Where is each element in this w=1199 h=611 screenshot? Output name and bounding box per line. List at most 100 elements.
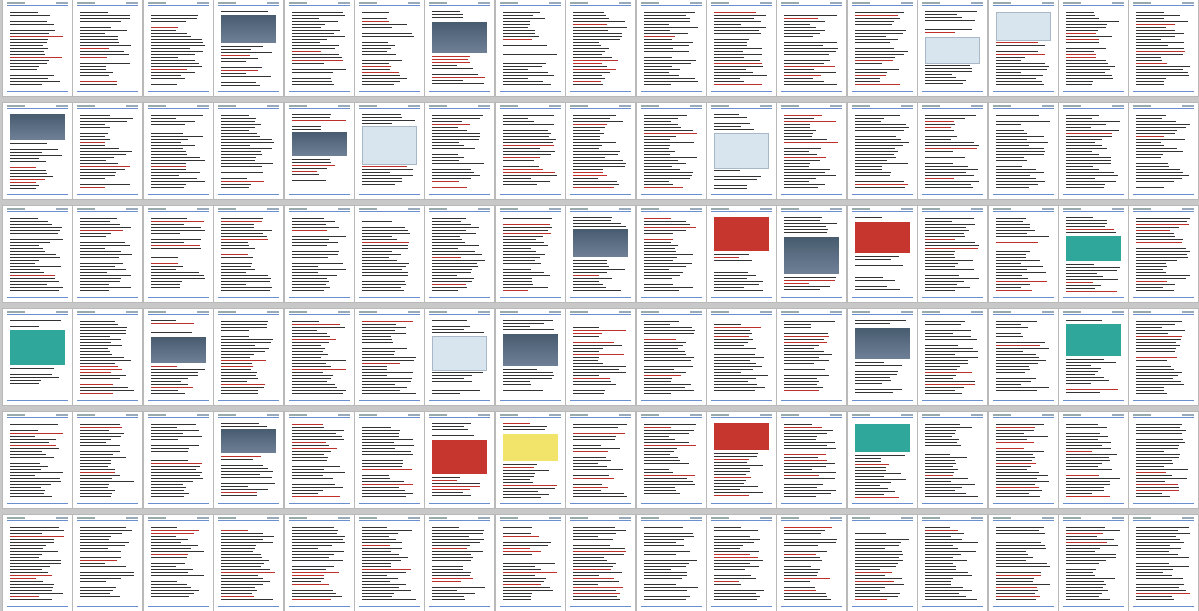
page-thumbnail[interactable] — [3, 515, 72, 611]
page-thumbnail[interactable] — [707, 515, 776, 611]
page-thumbnail[interactable] — [918, 515, 987, 611]
page-thumbnail[interactable] — [3, 309, 72, 405]
page-thumbnail[interactable] — [1129, 412, 1198, 508]
page-thumbnail[interactable] — [566, 206, 635, 302]
page-thumbnail[interactable] — [848, 412, 917, 508]
page-thumbnail[interactable] — [777, 309, 846, 405]
page-thumbnail[interactable] — [496, 206, 565, 302]
page-thumbnail[interactable] — [637, 206, 706, 302]
page-thumbnail[interactable] — [355, 515, 424, 611]
page-thumbnail[interactable] — [918, 206, 987, 302]
page-thumbnail[interactable] — [777, 103, 846, 199]
page-thumbnail[interactable] — [285, 0, 354, 96]
page-thumbnail[interactable] — [285, 515, 354, 611]
page-thumbnail[interactable] — [1059, 103, 1128, 199]
page-thumbnail[interactable] — [285, 103, 354, 199]
page-thumbnail[interactable] — [144, 103, 213, 199]
page-thumbnail[interactable] — [566, 0, 635, 96]
page-thumbnail[interactable] — [1129, 515, 1198, 611]
page-thumbnail[interactable] — [425, 515, 494, 611]
page-thumbnail[interactable] — [73, 309, 142, 405]
page-thumbnail[interactable] — [355, 0, 424, 96]
page-thumbnail[interactable] — [144, 0, 213, 96]
page-thumbnail[interactable] — [848, 103, 917, 199]
page-thumbnail[interactable] — [989, 412, 1058, 508]
page-thumbnail[interactable] — [777, 206, 846, 302]
page-thumbnail[interactable] — [848, 309, 917, 405]
page-thumbnail[interactable] — [637, 309, 706, 405]
page-thumbnail[interactable] — [637, 103, 706, 199]
page-thumbnail[interactable] — [425, 206, 494, 302]
page-thumbnail[interactable] — [848, 0, 917, 96]
page-thumbnail[interactable] — [566, 309, 635, 405]
page-thumbnail[interactable] — [285, 206, 354, 302]
page-thumbnail[interactable] — [989, 103, 1058, 199]
page-thumbnail[interactable] — [777, 412, 846, 508]
page-thumbnail[interactable] — [1059, 309, 1128, 405]
page-thumbnail[interactable] — [73, 515, 142, 611]
page-thumbnail[interactable] — [144, 206, 213, 302]
page-thumbnail[interactable] — [1129, 103, 1198, 199]
page-thumbnail[interactable] — [355, 412, 424, 508]
page-thumbnail[interactable] — [1059, 0, 1128, 96]
page-thumbnail[interactable] — [3, 0, 72, 96]
page-thumbnail[interactable] — [918, 412, 987, 508]
page-thumbnail[interactable] — [989, 515, 1058, 611]
page-thumbnail[interactable] — [707, 309, 776, 405]
page-thumbnail[interactable] — [707, 0, 776, 96]
page-thumbnail[interactable] — [144, 412, 213, 508]
page-thumbnail[interactable] — [918, 0, 987, 96]
page-thumbnail[interactable] — [848, 515, 917, 611]
page-thumbnail[interactable] — [496, 515, 565, 611]
page-thumbnail[interactable] — [1129, 206, 1198, 302]
page-thumbnail[interactable] — [214, 515, 283, 611]
page-thumbnail[interactable] — [425, 309, 494, 405]
page-thumbnail[interactable] — [214, 0, 283, 96]
page-thumbnail[interactable] — [3, 103, 72, 199]
page-thumbnail[interactable] — [777, 0, 846, 96]
page-thumbnail[interactable] — [144, 515, 213, 611]
page-thumbnail[interactable] — [214, 206, 283, 302]
page-thumbnail[interactable] — [989, 309, 1058, 405]
page-thumbnail[interactable] — [637, 515, 706, 611]
page-thumbnail[interactable] — [566, 515, 635, 611]
page-thumbnail[interactable] — [1059, 412, 1128, 508]
page-thumbnail[interactable] — [1059, 206, 1128, 302]
page-thumbnail[interactable] — [285, 309, 354, 405]
page-thumbnail[interactable] — [637, 0, 706, 96]
page-thumbnail[interactable] — [918, 309, 987, 405]
page-thumbnail[interactable] — [989, 206, 1058, 302]
page-thumbnail[interactable] — [3, 412, 72, 508]
page-thumbnail[interactable] — [496, 103, 565, 199]
page-thumbnail[interactable] — [918, 103, 987, 199]
page-thumbnail[interactable] — [566, 103, 635, 199]
page-thumbnail[interactable] — [214, 412, 283, 508]
page-thumbnail[interactable] — [214, 103, 283, 199]
page-thumbnail[interactable] — [73, 103, 142, 199]
page-thumbnail[interactable] — [425, 103, 494, 199]
page-thumbnail[interactable] — [355, 103, 424, 199]
page-thumbnail[interactable] — [3, 206, 72, 302]
page-thumbnail[interactable] — [496, 309, 565, 405]
page-thumbnail[interactable] — [848, 206, 917, 302]
page-thumbnail[interactable] — [566, 412, 635, 508]
page-thumbnail[interactable] — [73, 0, 142, 96]
page-thumbnail[interactable] — [989, 0, 1058, 96]
page-thumbnail[interactable] — [73, 412, 142, 508]
page-thumbnail[interactable] — [496, 0, 565, 96]
page-thumbnail[interactable] — [285, 412, 354, 508]
page-thumbnail[interactable] — [355, 309, 424, 405]
page-thumbnail[interactable] — [214, 309, 283, 405]
page-thumbnail[interactable] — [425, 412, 494, 508]
page-thumbnail[interactable] — [496, 412, 565, 508]
page-thumbnail[interactable] — [777, 515, 846, 611]
page-thumbnail[interactable] — [637, 412, 706, 508]
page-thumbnail[interactable] — [1129, 0, 1198, 96]
page-thumbnail[interactable] — [1129, 309, 1198, 405]
page-thumbnail[interactable] — [707, 412, 776, 508]
page-thumbnail[interactable] — [707, 103, 776, 199]
page-thumbnail[interactable] — [144, 309, 213, 405]
page-thumbnail[interactable] — [355, 206, 424, 302]
page-thumbnail[interactable] — [1059, 515, 1128, 611]
page-thumbnail[interactable] — [707, 206, 776, 302]
